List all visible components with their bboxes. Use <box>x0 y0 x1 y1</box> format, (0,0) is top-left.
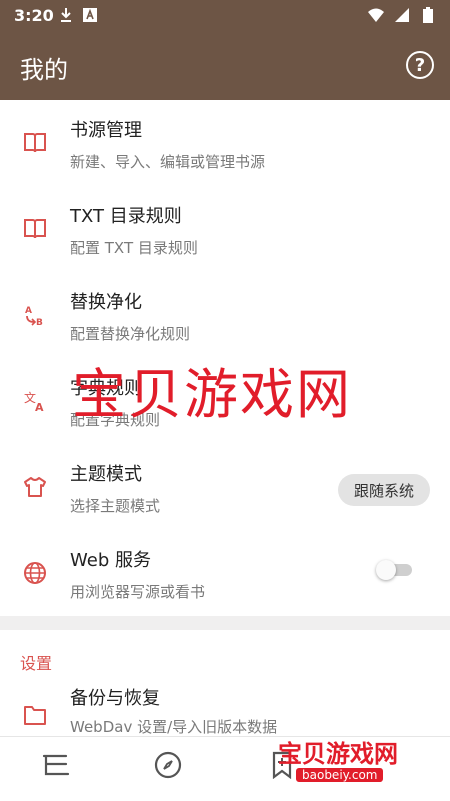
compass-icon <box>154 751 182 783</box>
theme-mode-select[interactable]: 跟随系统 <box>337 474 430 506</box>
item-subtitle: 用浏览器写源或看书 <box>70 583 206 601</box>
section-title: 设置 <box>20 654 53 673</box>
list-item-web-service[interactable]: Web 服务 用浏览器写源或看书 <box>0 530 450 616</box>
svg-text:A: A <box>35 401 44 413</box>
book-icon <box>22 130 48 156</box>
site-logo: 宝贝游戏网 baobeiy.com <box>278 706 438 786</box>
svg-text:B: B <box>36 318 43 327</box>
item-title: Web 服务 <box>70 550 151 571</box>
nav-explore[interactable] <box>152 751 184 783</box>
list-item-txt-toc-rules[interactable]: TXT 目录规则 配置 TXT 目录规则 <box>0 186 450 272</box>
watermark-text: 宝贝游戏网 <box>72 363 352 426</box>
status-bar: 3:20 <box>0 0 450 32</box>
status-time: 3:20 <box>14 6 54 25</box>
help-button[interactable]: ? <box>406 51 434 79</box>
book-icon <box>22 216 48 242</box>
toggle-thumb <box>376 560 396 580</box>
list-item-book-source[interactable]: 书源管理 新建、导入、编辑或管理书源 <box>0 100 450 186</box>
item-subtitle: 新建、导入、编辑或管理书源 <box>70 153 266 171</box>
app-bar: 我的 ? <box>0 32 450 100</box>
settings-section-header: 设置 <box>0 630 450 678</box>
settings-list: 书源管理 新建、导入、编辑或管理书源 TXT 目录规则 配置 TXT 目录规则 … <box>0 100 450 764</box>
download-icon <box>58 7 74 23</box>
wifi-icon <box>368 7 384 23</box>
page-title: 我的 <box>20 56 68 84</box>
item-title: 书源管理 <box>70 120 142 141</box>
battery-icon <box>420 7 436 23</box>
item-subtitle: 配置 TXT 目录规则 <box>70 239 198 257</box>
status-right-icons <box>368 7 436 23</box>
item-title: 备份与恢复 <box>70 688 160 709</box>
help-icon: ? <box>414 54 426 76</box>
notification-a-icon <box>82 7 98 23</box>
bookshelf-icon <box>41 752 71 782</box>
item-subtitle: 选择主题模式 <box>70 497 161 515</box>
logo-domain: baobeiy.com <box>296 768 384 782</box>
logo-text: 宝贝游戏网 <box>278 740 398 768</box>
replace-icon: A B <box>22 302 48 328</box>
globe-icon <box>22 560 48 586</box>
status-left-icons <box>58 7 98 23</box>
item-title: TXT 目录规则 <box>70 206 182 227</box>
shirt-icon <box>22 474 48 500</box>
nav-bookshelf[interactable] <box>40 751 72 783</box>
translate-icon: 文 A <box>22 388 48 414</box>
list-item-replace-purify[interactable]: A B 替换净化 配置替换净化规则 <box>0 272 450 358</box>
section-divider <box>0 616 450 630</box>
item-subtitle: 配置替换净化规则 <box>70 325 191 343</box>
list-item-theme-mode[interactable]: 主题模式 选择主题模式 跟随系统 <box>0 444 450 530</box>
signal-icon <box>394 7 410 23</box>
web-service-toggle[interactable] <box>376 560 416 580</box>
item-title: 替换净化 <box>70 292 142 313</box>
folder-icon <box>22 702 48 728</box>
item-title: 主题模式 <box>70 464 142 485</box>
item-subtitle: WebDav 设置/导入旧版本数据 <box>70 718 278 736</box>
svg-text:A: A <box>25 306 32 316</box>
